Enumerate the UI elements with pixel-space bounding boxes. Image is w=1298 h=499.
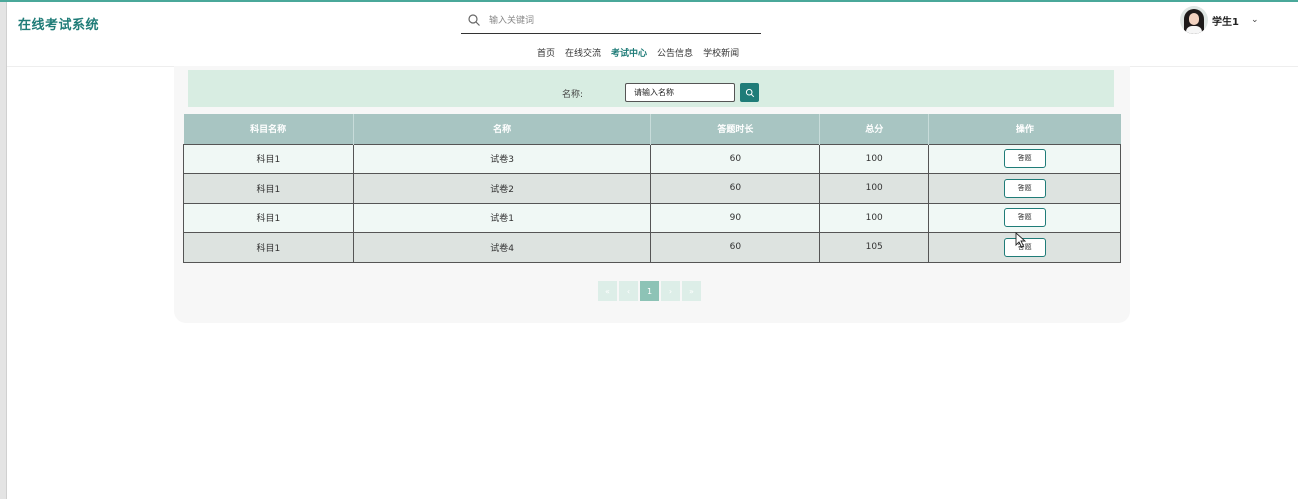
page-number-button[interactable]: 1 bbox=[640, 281, 659, 301]
cell-score: 100 bbox=[819, 143, 930, 174]
avatar[interactable] bbox=[1180, 6, 1208, 34]
cell-duration: 60 bbox=[650, 143, 821, 174]
user-name[interactable]: 学生1 bbox=[1212, 13, 1239, 28]
table-row: 科目1 试卷3 60 100 答题 bbox=[183, 143, 1121, 174]
cell-action: 答题 bbox=[928, 173, 1121, 203]
cell-score: 100 bbox=[819, 173, 930, 203]
nav-school-news[interactable]: 学校新闻 bbox=[703, 46, 739, 60]
search-icon bbox=[745, 88, 754, 97]
table-header-row: 科目名称 名称 答题时长 总分 操作 bbox=[183, 114, 1121, 144]
cell-score: 105 bbox=[819, 232, 930, 263]
mouse-pointer-icon bbox=[1015, 232, 1027, 248]
table-row: 科目1 试卷1 90 100 答题 bbox=[183, 202, 1121, 233]
answer-button[interactable]: 答题 bbox=[1003, 178, 1046, 198]
main-nav: 首页 在线交流 考试中心 公告信息 学校新闻 bbox=[537, 46, 739, 60]
page-prev-button[interactable]: ‹ bbox=[619, 281, 638, 301]
search-icon[interactable] bbox=[467, 13, 481, 27]
page-first-button[interactable]: « bbox=[598, 281, 617, 301]
site-title: 在线考试系统 bbox=[18, 18, 100, 33]
page-next-button[interactable]: › bbox=[661, 281, 680, 301]
cell-score: 100 bbox=[819, 202, 930, 233]
search-input[interactable] bbox=[489, 12, 749, 30]
chevron-down-icon[interactable]: ⌄ bbox=[1251, 15, 1259, 25]
exam-panel: 名称: 科目名称 名称 答题时长 总分 操作 科目1 试卷3 60 100 bbox=[174, 66, 1130, 323]
nav-exam-center[interactable]: 考试中心 bbox=[611, 46, 647, 60]
col-name: 名称 bbox=[353, 114, 652, 144]
exam-table: 科目名称 名称 答题时长 总分 操作 科目1 试卷3 60 100 答题 科目1… bbox=[183, 114, 1121, 263]
cell-action: 答题 bbox=[928, 202, 1121, 233]
cell-action: 答题 bbox=[928, 143, 1121, 174]
cell-subject: 科目1 bbox=[183, 232, 354, 263]
window-left-edge bbox=[0, 2, 7, 499]
col-subject: 科目名称 bbox=[183, 114, 354, 144]
answer-button[interactable]: 答题 bbox=[1003, 149, 1046, 169]
nav-announcements[interactable]: 公告信息 bbox=[657, 46, 693, 60]
filter-bar: 名称: bbox=[188, 70, 1114, 107]
cell-name: 试卷3 bbox=[352, 143, 652, 174]
user-menu[interactable]: 学生1 ⌄ bbox=[1180, 5, 1259, 35]
cell-name: 试卷1 bbox=[352, 202, 652, 233]
page-last-button[interactable]: » bbox=[682, 281, 701, 301]
site-header: 在线考试系统 首页 在线交流 考试中心 公告信息 学校新闻 学生1 ⌄ bbox=[7, 2, 1298, 67]
cell-duration: 60 bbox=[650, 173, 821, 203]
cell-subject: 科目1 bbox=[183, 173, 354, 203]
cell-subject: 科目1 bbox=[183, 202, 354, 233]
filter-name-label: 名称: bbox=[562, 90, 584, 100]
table-row: 科目1 试卷4 60 105 答题 bbox=[183, 232, 1121, 263]
table-row: 科目1 试卷2 60 100 答题 bbox=[183, 173, 1121, 203]
col-duration: 答题时长 bbox=[650, 114, 821, 144]
cell-name: 试卷2 bbox=[352, 173, 652, 203]
cell-duration: 60 bbox=[650, 232, 821, 263]
nav-home[interactable]: 首页 bbox=[537, 46, 555, 60]
cell-subject: 科目1 bbox=[183, 143, 354, 174]
answer-button[interactable]: 答题 bbox=[1003, 208, 1046, 228]
col-action: 操作 bbox=[928, 114, 1121, 144]
cell-duration: 90 bbox=[650, 202, 821, 233]
col-score: 总分 bbox=[819, 114, 930, 144]
filter-search-button[interactable] bbox=[740, 83, 759, 102]
cell-name: 试卷4 bbox=[352, 232, 652, 263]
nav-forum[interactable]: 在线交流 bbox=[565, 46, 601, 60]
pagination: « ‹ 1 › » bbox=[598, 281, 701, 301]
header-search bbox=[461, 10, 761, 34]
name-filter-input[interactable] bbox=[625, 83, 735, 102]
